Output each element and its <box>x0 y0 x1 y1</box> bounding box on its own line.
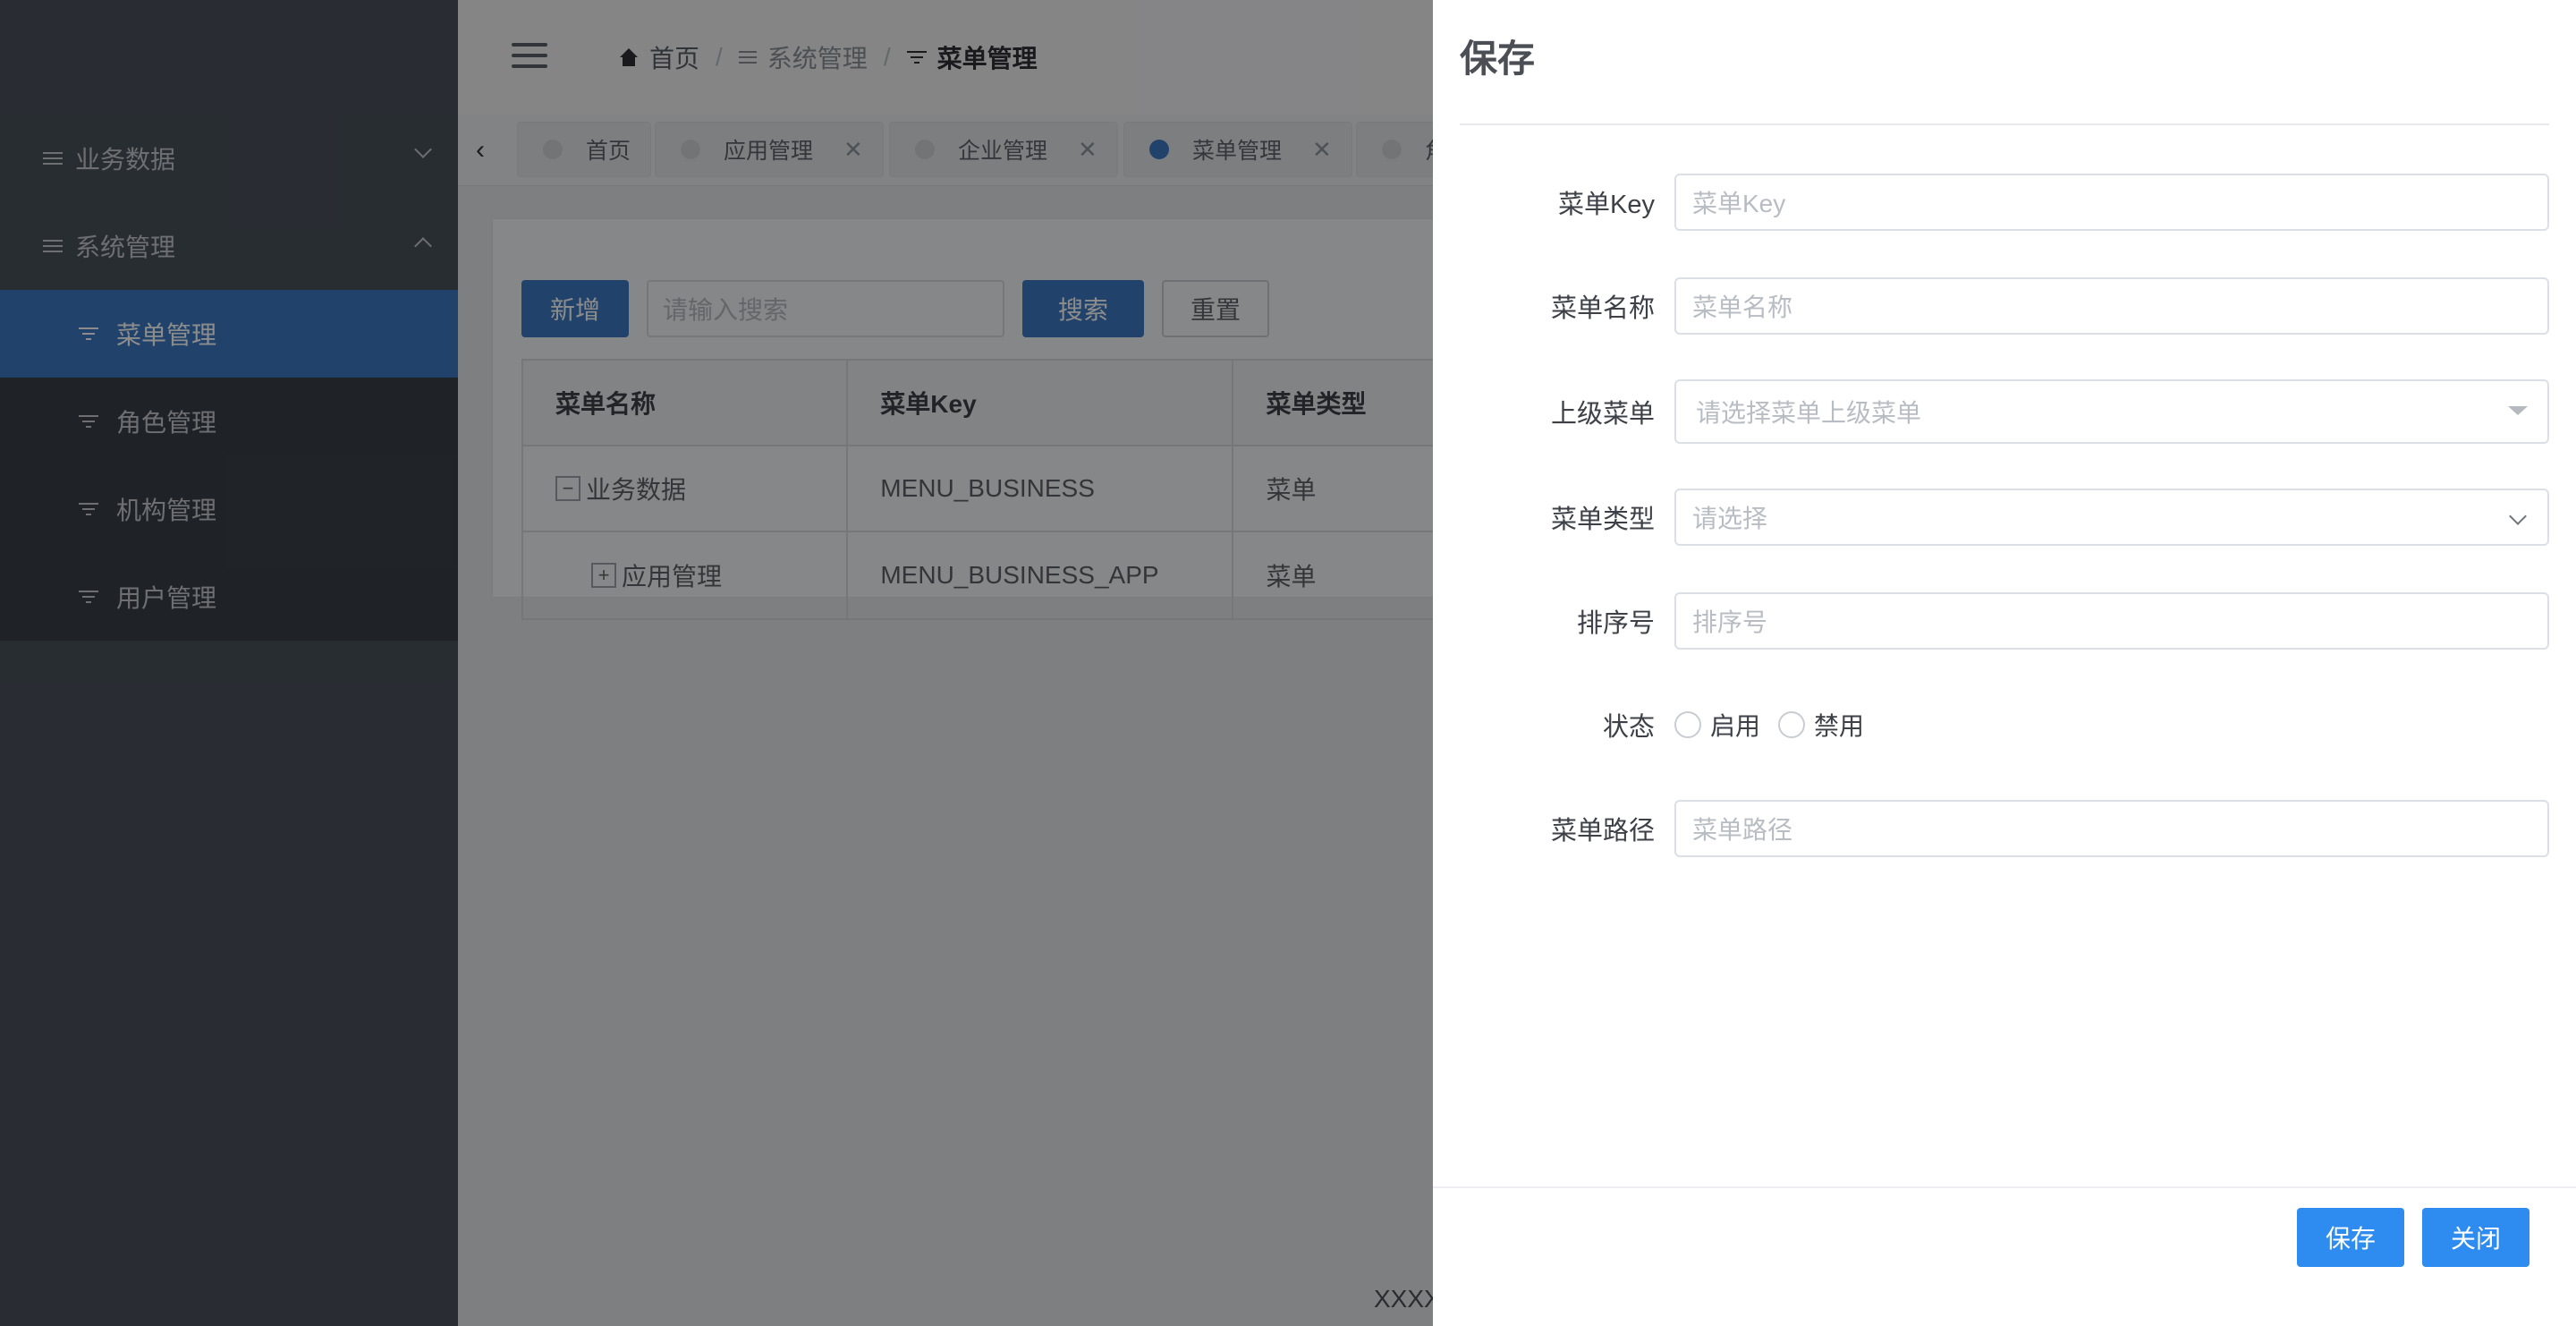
sort-no-input[interactable]: 排序号 <box>1674 592 2549 650</box>
field-label: 状态 <box>1602 713 1655 742</box>
field-label: 菜单Key <box>1558 191 1655 219</box>
field-label: 排序号 <box>1576 609 1655 638</box>
form-row-menu-name: 菜单名称 菜单名称 <box>1433 277 2576 335</box>
form-row-menu-path: 菜单路径 菜单路径 <box>1433 800 2576 857</box>
caret-down-icon <box>2508 406 2528 415</box>
drawer-footer-divider <box>1433 1186 2576 1188</box>
menu-path-input[interactable]: 菜单路径 <box>1674 800 2549 857</box>
save-drawer: 保存 菜单Key 菜单Key 菜单名称 菜单名称 上级菜单 请选择菜单上级菜单 … <box>1433 0 2576 1326</box>
form-row-menu-type: 菜单类型 请选择 <box>1433 489 2576 546</box>
status-radio-disabled[interactable]: 禁用 <box>1778 707 1864 743</box>
radio-circle-icon <box>1778 711 1806 738</box>
divider <box>1460 123 2549 125</box>
form-row-parent-menu: 上级菜单 请选择菜单上级菜单 <box>1433 379 2576 444</box>
select-placeholder: 请选择菜单上级菜单 <box>1696 399 1922 427</box>
menu-key-input[interactable]: 菜单Key <box>1674 174 2549 231</box>
radio-circle-icon <box>1674 711 1701 738</box>
menu-type-select[interactable]: 请选择 <box>1674 489 2549 546</box>
parent-menu-select[interactable]: 请选择菜单上级菜单 <box>1674 379 2549 444</box>
field-label: 上级菜单 <box>1550 400 1655 429</box>
status-radio-enabled[interactable]: 启用 <box>1674 707 1760 743</box>
status-radio-group: 启用 禁用 <box>1674 696 1882 753</box>
field-label: 菜单名称 <box>1550 294 1655 323</box>
chevron-down-icon <box>2509 507 2527 525</box>
radio-label: 启用 <box>1710 712 1761 740</box>
field-label: 菜单路径 <box>1550 817 1655 846</box>
drawer-title: 保存 <box>1460 38 1536 80</box>
select-placeholder: 请选择 <box>1692 505 1768 532</box>
close-button[interactable]: 关闭 <box>2422 1208 2529 1267</box>
form-row-sort-no: 排序号 排序号 <box>1433 592 2576 650</box>
field-label: 菜单类型 <box>1550 506 1655 534</box>
form-row-status: 状态 启用 禁用 <box>1433 696 2576 753</box>
radio-label: 禁用 <box>1814 712 1865 740</box>
modal-overlay[interactable] <box>0 0 1433 1326</box>
form-row-menu-key: 菜单Key 菜单Key <box>1433 174 2576 231</box>
menu-name-input[interactable]: 菜单名称 <box>1674 277 2549 335</box>
save-button[interactable]: 保存 <box>2297 1208 2404 1267</box>
